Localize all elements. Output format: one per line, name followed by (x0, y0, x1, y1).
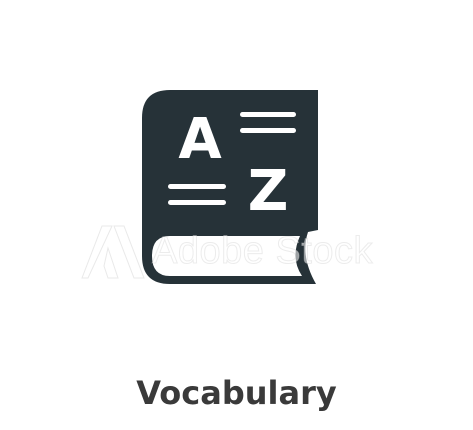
book-pages-shape (152, 236, 302, 276)
icon-caption: Vocabulary (136, 374, 337, 412)
vocabulary-icon: A Z (0, 0, 473, 430)
text-line (240, 112, 296, 117)
book-az-icon: A Z (142, 90, 318, 284)
stock-icon-canvas: A Z Adobe Stock Vocabulary (0, 0, 473, 430)
letter-z: Z (248, 159, 289, 224)
text-line (168, 184, 226, 189)
text-line (168, 200, 226, 205)
letter-a: A (178, 107, 222, 172)
text-line (240, 128, 296, 133)
